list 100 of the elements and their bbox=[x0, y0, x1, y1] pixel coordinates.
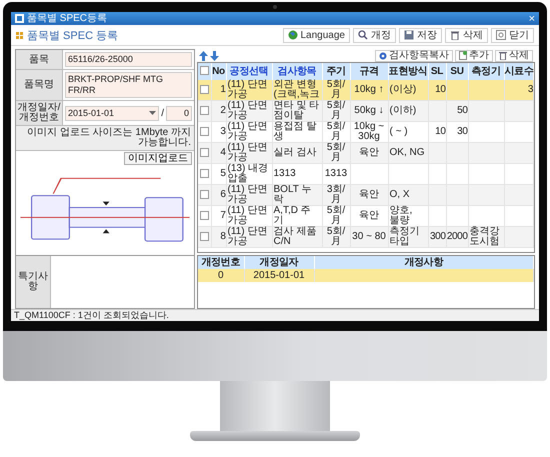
close-button[interactable]: × bbox=[528, 12, 535, 24]
app-icon bbox=[15, 14, 24, 23]
table-cell: 양호, 불량 bbox=[390, 205, 412, 226]
table-cell: 10kg ~ 30kg bbox=[354, 121, 384, 142]
table-cell: (11) 단면가공 bbox=[228, 79, 268, 100]
table-cell: 5회/月 bbox=[326, 79, 346, 100]
toolbar-button[interactable]: Language bbox=[282, 28, 350, 42]
camera-icon bbox=[273, 5, 277, 9]
column-header: 측정기 bbox=[468, 63, 504, 80]
text-field[interactable]: BRKT-PROP/SHF MTG FR/RR bbox=[65, 72, 192, 98]
grid-action-button[interactable]: 추가 bbox=[455, 50, 493, 62]
table-cell: 5회/月 bbox=[326, 100, 346, 121]
table-cell: 3 bbox=[528, 84, 533, 95]
column-header: SU bbox=[446, 63, 468, 80]
status-text: T_QM1100CF : 1건이 조회되었습니다. bbox=[14, 310, 169, 320]
table-cell: 50 bbox=[457, 105, 468, 116]
table-cell: 3회/月 bbox=[326, 184, 346, 205]
column-header: 공정선택 bbox=[226, 63, 272, 80]
row-checkbox[interactable] bbox=[200, 148, 209, 157]
table-cell: 3 bbox=[220, 126, 226, 137]
table-cell: 육안 bbox=[359, 210, 379, 221]
trash-icon bbox=[450, 30, 460, 40]
row-checkbox[interactable] bbox=[200, 168, 209, 178]
table-cell: (13) 내경 압출 bbox=[228, 163, 268, 184]
row-checkbox[interactable] bbox=[200, 84, 209, 94]
table-cell: 검사 제품 C/N bbox=[274, 226, 316, 247]
field-label: 품목 bbox=[16, 50, 63, 69]
trash-icon bbox=[499, 51, 507, 60]
close-icon bbox=[496, 30, 506, 40]
table-cell: (11) 단면가공 bbox=[228, 205, 268, 226]
row-checkbox[interactable] bbox=[200, 232, 209, 241]
table-cell: 2 bbox=[220, 105, 226, 116]
toolbar-button[interactable]: 삭제 bbox=[445, 28, 488, 42]
column-header: 개정번호 bbox=[198, 256, 244, 269]
table-cell: 4 bbox=[220, 147, 226, 158]
table-cell: 300 bbox=[430, 231, 446, 242]
table-cell: 7 bbox=[220, 210, 226, 221]
toolbar-button[interactable]: 닫기 bbox=[491, 28, 534, 42]
column-header: 개정사항 bbox=[314, 256, 534, 269]
table-cell: (11) 단면가공 bbox=[228, 226, 268, 247]
table-cell: 1 bbox=[220, 84, 226, 95]
table-cell: 10kg ↑ bbox=[354, 84, 384, 95]
table-cell: 면타 및 타점이탈 bbox=[274, 100, 320, 121]
column-header: 주기 bbox=[322, 63, 350, 80]
upload-note: 이미지 업로드 사이즈는 1Mbyte 까지 가능합니다. bbox=[16, 126, 194, 151]
column-header: 시료수 bbox=[504, 63, 534, 80]
table-cell: BOLT 누락 bbox=[274, 184, 312, 205]
table-cell: O, X bbox=[390, 189, 410, 200]
table-cell: 1313 bbox=[274, 168, 296, 179]
select-all-checkbox[interactable] bbox=[200, 66, 209, 76]
row-checkbox[interactable] bbox=[200, 106, 209, 115]
toolbar-button[interactable]: 개정 bbox=[353, 28, 396, 42]
toolbar-button[interactable]: 저장 bbox=[399, 28, 442, 42]
row-checkbox[interactable] bbox=[200, 190, 209, 199]
date-field[interactable]: 2015-01-01 bbox=[65, 106, 160, 120]
table-cell: A,T,D 주기 bbox=[274, 205, 311, 226]
page-title: 품목별 SPEC 등록 bbox=[27, 28, 118, 42]
number-field[interactable]: 0 bbox=[166, 106, 192, 120]
grid-dots-icon bbox=[16, 32, 23, 38]
row-checkbox[interactable] bbox=[200, 126, 209, 136]
column-header: 검사항목 bbox=[272, 63, 322, 80]
table-cell: 실러 검사 bbox=[274, 147, 316, 158]
table-cell: 5회/月 bbox=[326, 205, 346, 226]
table-cell: 10 bbox=[435, 126, 446, 137]
up-arrow-icon[interactable] bbox=[199, 50, 208, 60]
column-header: 규격 bbox=[350, 63, 388, 80]
row-checkbox[interactable] bbox=[200, 210, 209, 220]
column-header: 표현방식 bbox=[388, 63, 428, 80]
table-cell: 2015-01-01 bbox=[253, 270, 305, 280]
table-cell: 측정기타입 bbox=[390, 226, 420, 247]
table-cell: 50kg ↓ bbox=[354, 105, 384, 116]
table-cell: (11) 단면가공 bbox=[228, 142, 268, 163]
field-label: 개정일자/개정번호 bbox=[16, 101, 63, 125]
grid-action-button[interactable]: 검사항목복사 bbox=[375, 50, 453, 62]
down-arrow-icon[interactable] bbox=[210, 50, 219, 60]
table-cell: 6 bbox=[220, 189, 226, 200]
table-cell: (11) 단면가공 bbox=[228, 121, 268, 142]
field-label: 특기사항 bbox=[16, 256, 51, 308]
table-cell: 5회/月 bbox=[326, 121, 346, 142]
table-cell: 5 bbox=[220, 168, 226, 179]
table-cell: 육안 bbox=[359, 147, 379, 158]
text-field[interactable]: 65116/26-25000 bbox=[65, 52, 192, 67]
table-cell: 30 bbox=[457, 126, 468, 137]
table-cell: 2000 bbox=[446, 231, 468, 242]
table-cell: OK, NG bbox=[390, 147, 425, 158]
table-cell: (11) 단면가공 bbox=[228, 100, 268, 121]
add-page-icon bbox=[459, 51, 467, 60]
grid-action-button[interactable]: 삭제 bbox=[495, 50, 533, 62]
table-cell: (이하) bbox=[390, 105, 416, 116]
column-header: SL bbox=[428, 63, 446, 80]
globe-icon bbox=[288, 30, 298, 40]
table-cell: 용접점 탈생 bbox=[274, 121, 316, 142]
upload-button[interactable]: 이미지업로드 bbox=[124, 152, 192, 165]
table-cell: 0 bbox=[218, 270, 224, 280]
table-cell: 육안 bbox=[359, 189, 379, 200]
table-cell: ( ~ ) bbox=[390, 126, 408, 137]
table-cell: (11) 단면가공 bbox=[228, 184, 268, 205]
table-cell: 외관 변형 (크랙,녹크 bbox=[274, 79, 320, 100]
dropdown-arrow-icon[interactable] bbox=[149, 110, 156, 116]
window-title: 품목별 SPEC등록 bbox=[27, 12, 108, 25]
